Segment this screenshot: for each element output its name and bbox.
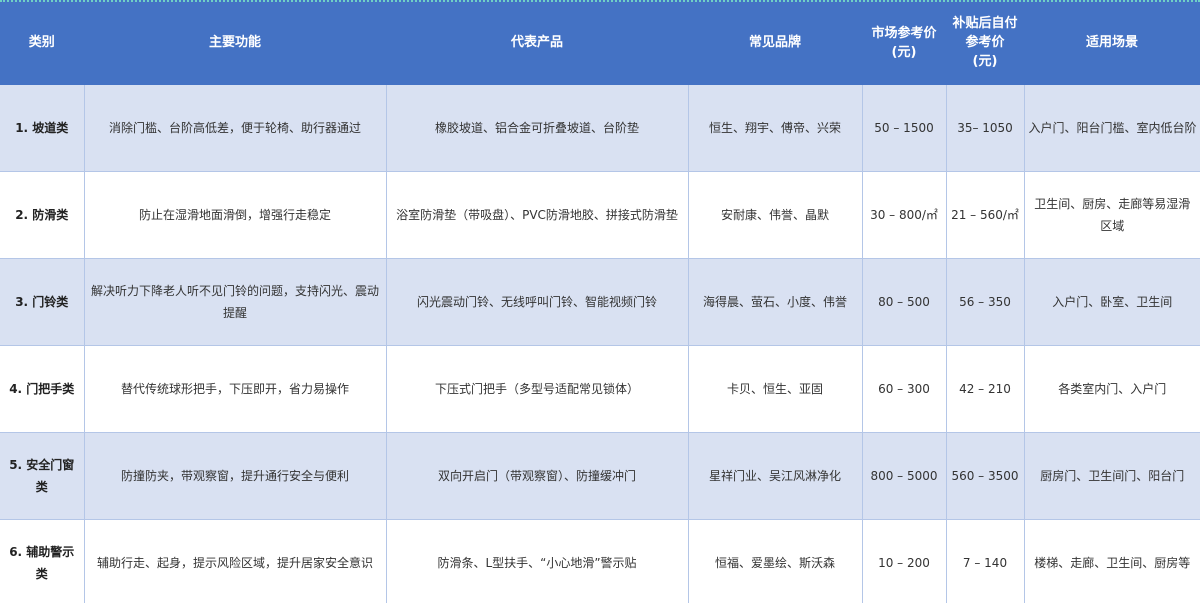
cell-category: 5. 安全门窗类 <box>0 432 85 520</box>
cell-category: 4. 门把手类 <box>0 345 85 433</box>
cell-scenes: 楼梯、走廊、卫生间、厨房等 <box>1024 519 1200 603</box>
header-subsidy-price: 补贴后自付 参考价 (元) <box>946 0 1025 85</box>
cell-subsidy-price: 42 – 210 <box>946 345 1025 433</box>
cell-brands: 卡贝、恒生、亚固 <box>688 345 863 433</box>
header-row: 类别 主要功能 代表产品 常见品牌 市场参考价 (元) 补贴后自付 参考价 (元… <box>0 0 1200 85</box>
header-market-price: 市场参考价 (元) <box>862 0 947 85</box>
cell-products: 浴室防滑垫（带吸盘）、PVC防滑地胶、拼接式防滑垫 <box>386 171 689 259</box>
cell-market-price: 80 – 500 <box>862 258 947 346</box>
cell-subsidy-price: 7 – 140 <box>946 519 1025 603</box>
cell-brands: 安耐康、伟誉、晶默 <box>688 171 863 259</box>
cell-products: 防滑条、L型扶手、“小心地滑”警示贴 <box>386 519 689 603</box>
cell-scenes: 卫生间、厨房、走廊等易湿滑区域 <box>1024 171 1200 259</box>
header-function: 主要功能 <box>84 0 387 85</box>
cell-category: 1. 坡道类 <box>0 85 85 172</box>
cell-subsidy-price: 560 – 3500 <box>946 432 1025 520</box>
table-row: 1. 坡道类 消除门槛、台阶高低差，便于轮椅、助行器通过 橡胶坡道、铝合金可折叠… <box>0 85 1200 172</box>
cell-products: 闪光震动门铃、无线呼叫门铃、智能视频门铃 <box>386 258 689 346</box>
top-dotted-border <box>0 0 1200 2</box>
cell-category: 6. 辅助警示类 <box>0 519 85 603</box>
cell-function: 替代传统球形把手，下压即开，省力易操作 <box>84 345 387 433</box>
cell-scenes: 入户门、阳台门槛、室内低台阶 <box>1024 85 1200 172</box>
cell-subsidy-price: 21 – 560/㎡ <box>946 171 1025 259</box>
header-scenes: 适用场景 <box>1024 0 1200 85</box>
cell-market-price: 30 – 800/㎡ <box>862 171 947 259</box>
header-products: 代表产品 <box>386 0 689 85</box>
header-brands: 常见品牌 <box>688 0 863 85</box>
table-row: 3. 门铃类 解决听力下降老人听不见门铃的问题，支持闪光、震动提醒 闪光震动门铃… <box>0 258 1200 346</box>
cell-brands: 海得晨、萤石、小度、伟誉 <box>688 258 863 346</box>
aids-table: 类别 主要功能 代表产品 常见品牌 市场参考价 (元) 补贴后自付 参考价 (元… <box>0 0 1200 603</box>
cell-products: 橡胶坡道、铝合金可折叠坡道、台阶垫 <box>386 85 689 172</box>
cell-market-price: 800 – 5000 <box>862 432 947 520</box>
table-row: 2. 防滑类 防止在湿滑地面滑倒，增强行走稳定 浴室防滑垫（带吸盘）、PVC防滑… <box>0 171 1200 259</box>
cell-function: 防撞防夹，带观察窗，提升通行安全与便利 <box>84 432 387 520</box>
cell-scenes: 厨房门、卫生间门、阳台门 <box>1024 432 1200 520</box>
cell-scenes: 入户门、卧室、卫生间 <box>1024 258 1200 346</box>
table-row: 6. 辅助警示类 辅助行走、起身，提示风险区域，提升居家安全意识 防滑条、L型扶… <box>0 519 1200 603</box>
cell-products: 双向开启门（带观察窗）、防撞缓冲门 <box>386 432 689 520</box>
cell-market-price: 50 – 1500 <box>862 85 947 172</box>
cell-function: 辅助行走、起身，提示风险区域，提升居家安全意识 <box>84 519 387 603</box>
cell-market-price: 60 – 300 <box>862 345 947 433</box>
cell-category: 2. 防滑类 <box>0 171 85 259</box>
cell-function: 防止在湿滑地面滑倒，增强行走稳定 <box>84 171 387 259</box>
cell-subsidy-price: 35– 1050 <box>946 85 1025 172</box>
cell-brands: 恒福、爱墨绘、斯沃森 <box>688 519 863 603</box>
cell-subsidy-price: 56 – 350 <box>946 258 1025 346</box>
cell-function: 解决听力下降老人听不见门铃的问题，支持闪光、震动提醒 <box>84 258 387 346</box>
cell-category: 3. 门铃类 <box>0 258 85 346</box>
cell-function: 消除门槛、台阶高低差，便于轮椅、助行器通过 <box>84 85 387 172</box>
cell-brands: 恒生、翔宇、傅帝、兴荣 <box>688 85 863 172</box>
cell-market-price: 10 – 200 <box>862 519 947 603</box>
cell-brands: 星祥门业、吴江风淋净化 <box>688 432 863 520</box>
header-category: 类别 <box>0 0 85 85</box>
cell-scenes: 各类室内门、入户门 <box>1024 345 1200 433</box>
table-row: 4. 门把手类 替代传统球形把手，下压即开，省力易操作 下压式门把手（多型号适配… <box>0 345 1200 433</box>
table-row: 5. 安全门窗类 防撞防夹，带观察窗，提升通行安全与便利 双向开启门（带观察窗）… <box>0 432 1200 520</box>
cell-products: 下压式门把手（多型号适配常见锁体） <box>386 345 689 433</box>
page: 类别 主要功能 代表产品 常见品牌 市场参考价 (元) 补贴后自付 参考价 (元… <box>0 0 1200 603</box>
